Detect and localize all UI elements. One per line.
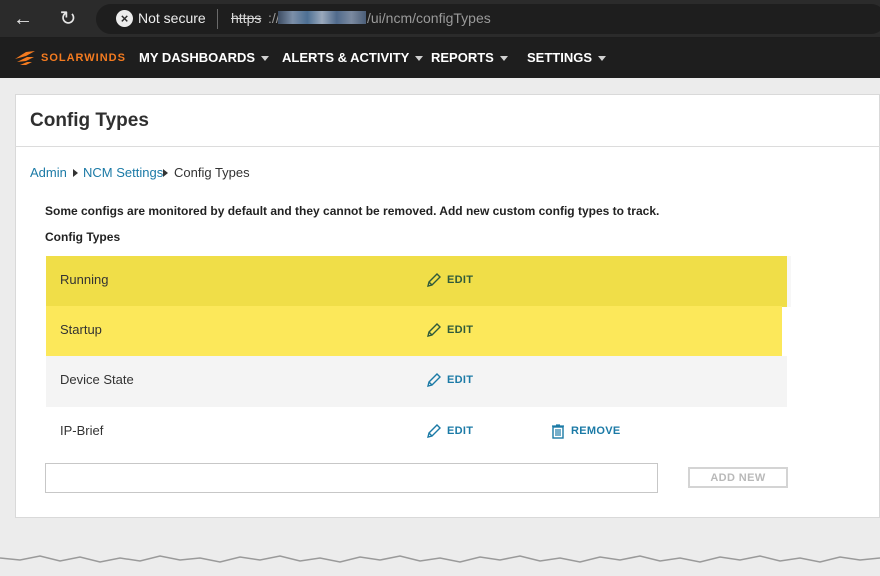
breadcrumb-ncm-settings[interactable]: NCM Settings xyxy=(83,165,163,180)
edit-button[interactable]: EDIT xyxy=(426,322,473,338)
config-name: Running xyxy=(60,272,109,287)
breadcrumb-current: Config Types xyxy=(174,165,250,180)
torn-edge xyxy=(0,546,880,563)
nav-alerts-activity[interactable]: ALERTS & ACTIVITY xyxy=(282,50,424,65)
logo-text: SOLARWINDS xyxy=(41,52,126,64)
edit-button[interactable]: EDIT xyxy=(426,372,473,388)
caret-down-icon xyxy=(598,56,607,62)
pencil-icon xyxy=(427,424,441,438)
remove-button[interactable]: REMOVE xyxy=(550,423,620,439)
add-new-button[interactable]: ADD NEW xyxy=(688,467,788,488)
pencil-icon xyxy=(427,373,441,387)
config-row-ip-brief: IP-Brief EDIT REMOVE xyxy=(46,407,787,458)
breadcrumb-arrow-icon xyxy=(73,169,78,177)
caret-down-icon xyxy=(499,56,508,62)
config-name: Device State xyxy=(60,372,134,387)
url-scheme: https xyxy=(231,10,262,26)
config-name: Startup xyxy=(60,322,102,337)
url-host-redacted xyxy=(278,11,366,24)
config-row-running: Running EDIT xyxy=(46,256,787,307)
trash-icon xyxy=(552,424,564,439)
solarwinds-logo-icon xyxy=(15,51,35,65)
config-row-startup: Startup EDIT xyxy=(46,306,782,357)
security-status[interactable]: Not secure xyxy=(138,10,206,26)
edit-button[interactable]: EDIT xyxy=(426,272,473,288)
back-arrow-icon[interactable]: ← xyxy=(10,6,36,32)
nav-settings[interactable]: SETTINGS xyxy=(527,50,607,65)
nav-my-dashboards[interactable]: MY DASHBOARDS xyxy=(139,50,270,65)
nav-label: REPORTS xyxy=(431,50,494,65)
edit-button[interactable]: EDIT xyxy=(426,423,473,439)
nav-label: ALERTS & ACTIVITY xyxy=(282,50,410,65)
caret-down-icon xyxy=(415,56,424,62)
pencil-icon xyxy=(427,323,441,337)
url-divider xyxy=(217,9,218,29)
not-secure-icon: × xyxy=(116,10,133,27)
page-title: Config Types xyxy=(30,110,149,131)
caret-down-icon xyxy=(261,56,270,62)
nav-label: SETTINGS xyxy=(527,50,593,65)
reload-icon[interactable]: ↻ xyxy=(55,6,81,32)
section-label: Config Types xyxy=(45,230,121,244)
nav-label: MY DASHBOARDS xyxy=(139,50,256,65)
title-divider xyxy=(15,146,880,147)
config-row-device-state: Device State EDIT xyxy=(46,356,787,407)
nav-reports[interactable]: REPORTS xyxy=(431,50,508,65)
breadcrumb-arrow-icon xyxy=(163,169,168,177)
url-path: /ui/ncm/configTypes xyxy=(367,10,491,26)
breadcrumb-admin[interactable]: Admin xyxy=(30,165,67,180)
new-config-type-input[interactable] xyxy=(45,463,658,493)
pencil-icon xyxy=(427,273,441,287)
intro-text: Some configs are monitored by default an… xyxy=(45,204,660,218)
config-name: IP-Brief xyxy=(60,423,104,438)
